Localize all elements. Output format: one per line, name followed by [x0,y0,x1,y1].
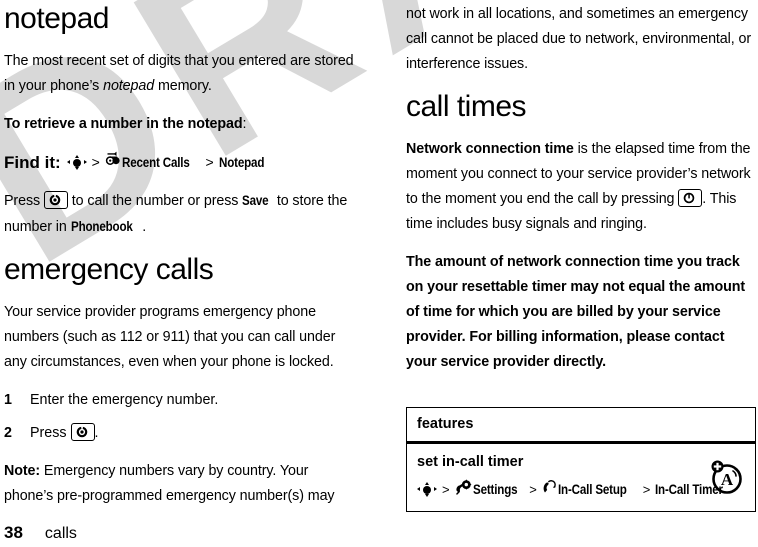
call-times-paragraph-2: The amount of network connection time yo… [406,254,746,370]
features-table-header-label: features [417,416,474,432]
step-text-before: Press [30,425,71,441]
step-text-after: . [94,425,99,441]
section-title-call-times: call times [406,90,527,123]
left-column: notepad The most recent set of digits th… [4,2,356,522]
list-item: 1 Enter the emergency number. [4,388,356,413]
send-key-icon [70,423,95,441]
page-number: 38 [4,523,23,542]
table-row: set in-call timer > Settings > In-Call S… [407,444,755,511]
press-phonebook-label: Phonebook [70,219,133,234]
find-it-label: Find it: [4,153,61,172]
step-text: Enter the emergency number. [30,392,219,408]
notepad-intro-italic: notepad [103,78,155,94]
press-save-label: Save [242,193,269,208]
navigation-key-icon [66,155,87,170]
page-footer: 38 calls [4,523,77,543]
call-times-paragraph-1: Network connection time is the elapsed t… [406,137,758,237]
notepad-lead-colon: : [242,116,247,132]
emergency-steps-list: 1 Enter the emergency number. 2 Press . [4,388,356,446]
step-number: 1 [4,392,12,408]
send-key-icon [43,191,68,209]
notepad-intro-paragraph: The most recent set of digits that you e… [4,49,356,99]
path-separator-2: > [529,481,537,497]
path-item-in-call-setup: In-Call Setup [557,481,627,497]
accessibility-feature-badge-icon: A [705,456,747,496]
press-text-part1: Press [4,193,44,209]
network-connection-time-term: Network connection time [406,141,574,157]
press-text-part4: . [142,219,147,235]
emergency-note-paragraph: Note: Emergency numbers vary by country.… [4,459,356,509]
chapter-name: calls [44,525,77,542]
recent-calls-icon [105,150,122,175]
note-label: Note: [4,463,41,479]
notepad-lead-line: To retrieve a number in the notepad: [4,112,356,137]
find-it-line-notepad: Find it: > Recent Calls > Notepad [4,150,356,175]
find-it-item-recent-calls: Recent Calls [121,155,190,170]
notepad-lead-bold: To retrieve a number in the notepad [4,116,243,132]
svg-text:A: A [721,470,734,489]
notepad-press-paragraph: Press to call the number or press Save t… [4,188,356,240]
feature-row-title: set in-call timer [417,454,524,470]
section-title-notepad: notepad [4,2,109,35]
step-number: 2 [4,425,12,441]
step-text: Press . [30,421,356,446]
path-item-settings: Settings [472,481,518,497]
in-call-setup-icon [542,479,558,500]
features-table-header-row: features [407,408,755,444]
manual-page: notepad The most recent set of digits th… [0,0,758,547]
end-key-icon [678,189,703,207]
navigation-key-icon [417,482,437,497]
section-title-emergency-calls: emergency calls [4,253,214,286]
press-text-part2: to call the number or press [67,193,243,209]
notepad-intro-part2: memory. [154,78,212,94]
features-table: features set in-call timer > Settings > … [406,407,756,512]
path-separator-1: > [442,481,450,497]
list-item: 2 Press . [4,421,356,446]
note-text: Emergency numbers vary by country. Your … [4,463,335,504]
settings-icon [455,479,473,500]
right-column: not work in all locations, and sometimes… [406,2,758,388]
find-it-separator-2: > [205,154,214,170]
emergency-note-continuation: not work in all locations, and sometimes… [406,6,751,72]
emergency-intro-paragraph: Your service provider programs emergency… [4,304,336,370]
find-it-item-notepad: Notepad [218,155,264,170]
find-it-separator-1: > [91,154,100,170]
feature-row-menu-path: > Settings > In-Call Setup > In-Call Tim… [417,479,745,500]
path-separator-3: > [642,481,651,497]
